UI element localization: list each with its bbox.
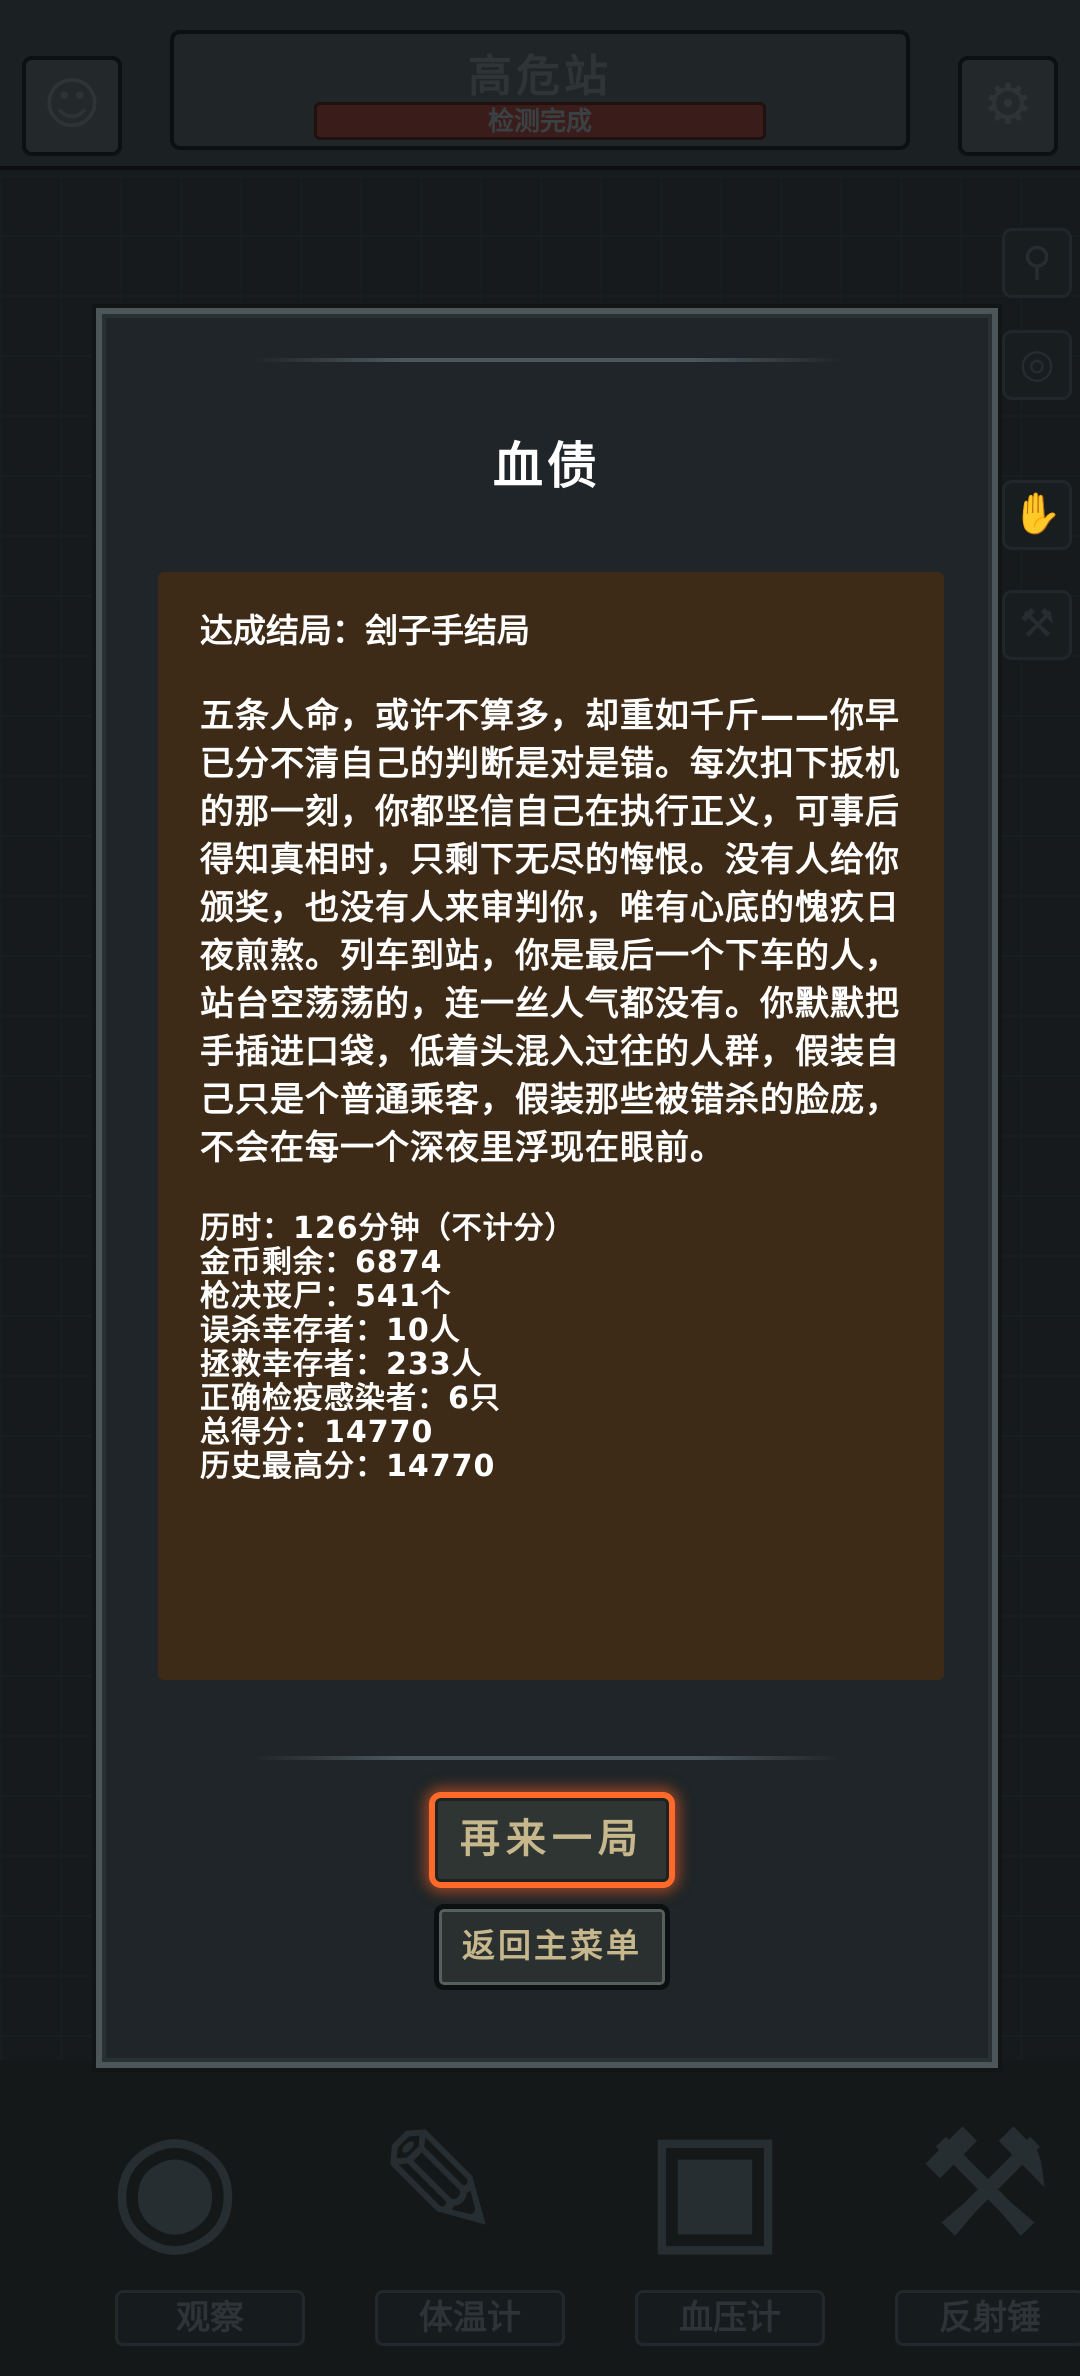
tool-label-blood-pressure[interactable]: 血压计 [635, 2290, 825, 2346]
reflex-hammer-icon[interactable]: ⚒ [880, 2090, 1080, 2280]
tool-label-reflex-hammer[interactable]: 反射锤 [895, 2290, 1080, 2346]
ending-story-text: 五条人命，或许不算多，却重如千斤——你早已分不清自己的判断是对是错。每次扣下扳机… [200, 696, 900, 1168]
ending-name: 达成结局：刽子手结局 [200, 611, 530, 650]
dialog-title: 血债 [493, 437, 601, 495]
tool-icon[interactable]: ⚒ [1002, 590, 1072, 660]
stat-survivors-killed: 误杀幸存者：10人 [200, 1313, 461, 1348]
tool-label-observe[interactable]: 观察 [115, 2290, 305, 2346]
tool-label-thermometer[interactable]: 体温计 [375, 2290, 565, 2346]
station-title: 高危站 [468, 51, 612, 102]
gear-icon[interactable]: ⚙ [958, 56, 1058, 156]
stat-duration: 历时：126分钟（不计分） [200, 1211, 576, 1246]
stat-total-score: 总得分：14770 [200, 1415, 434, 1450]
story-panel: 达成结局：刽子手结局 五条人命，或许不算多，却重如千斤——你早已分不清自己的判断… [158, 572, 944, 1680]
play-again-button[interactable]: 再来一局 [429, 1792, 675, 1888]
status-text: 检测完成 [487, 107, 592, 137]
top-divider [252, 358, 842, 362]
ending-result-dialog: 血债 达成结局：刽子手结局 五条人命，或许不算多，却重如千斤——你早已分不清自己… [96, 308, 998, 2068]
thermometer-icon[interactable]: ✎ [335, 2090, 545, 2280]
blood-pressure-icon[interactable]: ▣ [610, 2090, 820, 2280]
scan-icon[interactable]: ◎ [1002, 330, 1072, 400]
stats-list: 历时：126分钟（不计分） 金币剩余：6874 枪决丧尸：541个 误杀幸存者：… [200, 1212, 904, 1484]
main-menu-button[interactable]: 返回主菜单 [434, 1904, 670, 1990]
stat-high-score: 历史最高分：14770 [200, 1449, 496, 1484]
bottom-divider [252, 1756, 842, 1760]
hand-icon[interactable]: ✋ [1002, 480, 1072, 550]
stat-infected-quarantined: 正确检疫感染者：6只 [200, 1381, 501, 1416]
add-user-icon[interactable]: ☺ [22, 56, 122, 156]
station-title-plate: 高危站 检测完成 [170, 30, 910, 150]
status-bar: 检测完成 [314, 102, 766, 140]
stat-survivors-saved: 拯救幸存者：233人 [200, 1347, 483, 1382]
eye-icon[interactable]: ◉ [70, 2090, 280, 2280]
top-bar: ☺ 高危站 检测完成 ⚙ [0, 0, 1080, 170]
stat-zombies-shot: 枪决丧尸：541个 [200, 1279, 452, 1314]
microscope-icon[interactable]: ⚲ [1002, 228, 1072, 298]
stat-coins: 金币剩余：6874 [200, 1245, 443, 1280]
